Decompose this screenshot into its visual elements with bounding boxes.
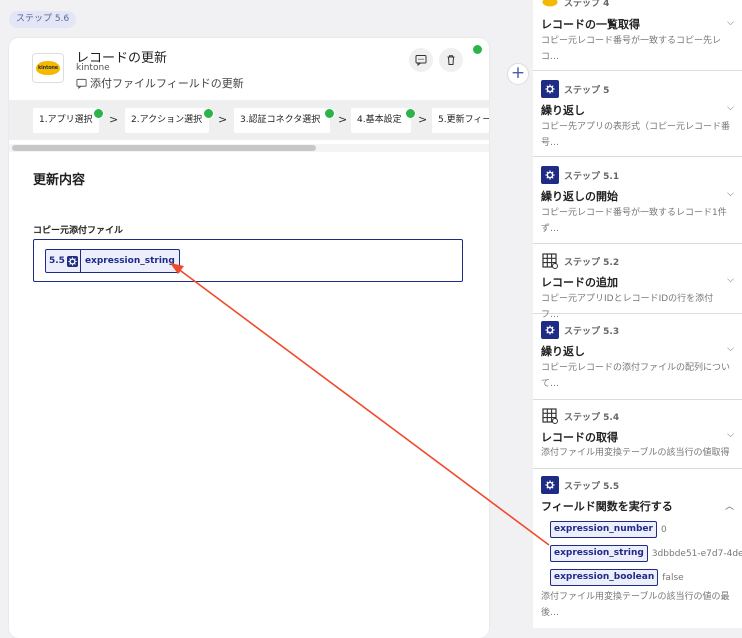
add-step-button[interactable]: + xyxy=(507,63,529,85)
tab-action-select[interactable]: 2.アクション選択 xyxy=(125,108,209,133)
action-card: kintone レコードの更新 kintone 添付ファイルフィールドの更新 1… xyxy=(9,38,489,638)
chevron-right-icon: > xyxy=(218,113,228,126)
comment-icon xyxy=(415,55,427,66)
chevron-up-icon[interactable]: ︿ xyxy=(725,499,734,512)
field-label: コピー元添付ファイル xyxy=(33,226,124,236)
comment-button[interactable] xyxy=(409,48,433,72)
chevron-down-icon[interactable]: ⌵ xyxy=(727,103,734,113)
panel-step-5[interactable]: ステップ 5 繰り返し コピー先アプリの表形式（コピー元レコード番号… ⌵ xyxy=(533,71,742,157)
card-description: 添付ファイルフィールドの更新 xyxy=(76,75,244,91)
panel-step-5-4[interactable]: ステップ 5.4 レコードの取得 添付ファイル用変換テーブルの該当行の値取得 ⌵ xyxy=(533,400,742,469)
trash-icon xyxy=(447,55,455,65)
variable-chip[interactable]: 5.5 expression_string xyxy=(45,249,180,273)
panel-step-5-1[interactable]: ステップ 5.1 繰り返しの開始 コピー元レコード番号が一致するレコード1件ず…… xyxy=(533,157,742,244)
attachment-field-input[interactable]: 5.5 expression_string xyxy=(33,239,463,282)
comment-icon xyxy=(76,78,87,89)
tab-connector-select[interactable]: 3.認証コネクタ選択 xyxy=(234,108,330,133)
horizontal-scrollbar[interactable] xyxy=(9,144,489,152)
panel-step-5-3[interactable]: ステップ 5.3 繰り返し コピー元レコードの添付ファイルの配列について… ⌵ xyxy=(533,314,742,400)
chevron-down-icon[interactable]: ⌵ xyxy=(727,430,734,440)
gear-icon xyxy=(66,255,78,267)
kintone-icon xyxy=(541,0,559,11)
chevron-right-icon: > xyxy=(338,113,348,126)
tab-check-icon xyxy=(405,108,416,119)
output-variable-chip[interactable]: expression_boolean xyxy=(550,569,659,586)
chip-step: 5.5 xyxy=(46,255,80,267)
panel-step-5-2[interactable]: ステップ 5.2 レコードの追加 コピー元アプリIDとレコードIDの行を添付フ…… xyxy=(533,244,742,320)
delete-button[interactable] xyxy=(439,48,463,72)
chip-variable-name: expression_string xyxy=(84,256,175,266)
status-check-icon xyxy=(472,44,483,55)
output-variable-chip[interactable]: expression_string xyxy=(550,545,648,562)
scrollbar-thumb[interactable] xyxy=(12,145,316,151)
output-row: expression_string 3dbbde51-e7d7-4de1-a0 xyxy=(550,545,742,562)
chevron-right-icon: > xyxy=(109,113,119,126)
gear-icon xyxy=(541,476,559,494)
tab-check-icon xyxy=(324,108,335,119)
tab-basic-settings[interactable]: 4.基本設定 xyxy=(351,108,411,133)
output-row: expression_boolean false xyxy=(550,569,684,586)
gear-icon xyxy=(541,166,559,184)
tab-app-select[interactable]: 1.アプリ選択 xyxy=(33,108,99,133)
output-row: expression_number 0 xyxy=(550,521,667,538)
gear-icon xyxy=(541,80,559,98)
output-value: 3dbbde51-e7d7-4de1-a0 xyxy=(651,548,742,559)
panel-step-4[interactable]: ステップ 4 レコードの一覧取得 コピー元レコード番号が一致するコピー先レコ… … xyxy=(533,0,742,71)
chevron-right-icon: > xyxy=(418,113,428,126)
step-badge: ステップ 5.6 xyxy=(9,11,77,28)
panel-step-5-5[interactable]: ステップ 5.5 フィールド関数を実行する ︿ expression_numbe… xyxy=(533,469,742,628)
output-value: 0 xyxy=(660,524,667,535)
output-variable-chip[interactable]: expression_number xyxy=(550,521,657,538)
chevron-down-icon[interactable]: ⌵ xyxy=(727,344,734,354)
table-icon xyxy=(541,407,559,425)
kintone-logo: kintone xyxy=(32,53,64,83)
card-app-name: kintone xyxy=(76,63,110,73)
tab-check-icon xyxy=(93,108,104,119)
tab-check-icon xyxy=(203,108,214,119)
section-title: 更新内容 xyxy=(33,173,86,188)
table-icon xyxy=(541,252,559,270)
chevron-down-icon[interactable]: ⌵ xyxy=(727,189,734,199)
tab-update-field[interactable]: 5.更新フィー xyxy=(432,108,489,133)
output-value: false xyxy=(662,572,684,583)
chevron-down-icon[interactable]: ⌵ xyxy=(727,275,734,285)
step-output-panel: ステップ 4 レコードの一覧取得 コピー元レコード番号が一致するコピー先レコ… … xyxy=(533,0,742,628)
step-tabs: 1.アプリ選択 > 2.アクション選択 > 3.認証コネクタ選択 > 4.基本設… xyxy=(9,100,489,140)
gear-icon xyxy=(541,321,559,339)
chevron-down-icon[interactable]: ⌵ xyxy=(727,18,734,28)
